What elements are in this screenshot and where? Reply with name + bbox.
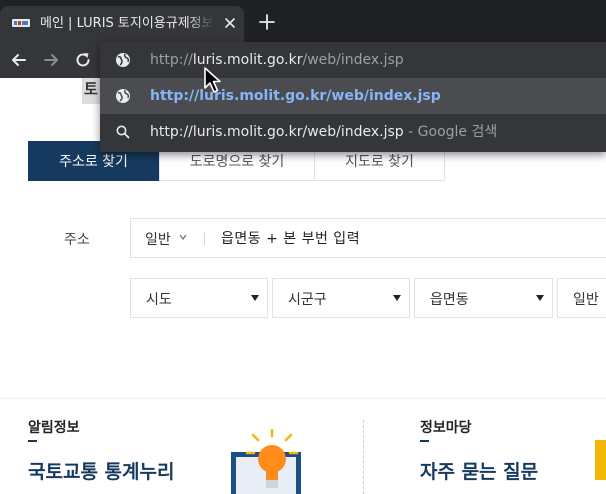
chevron-down-icon[interactable] bbox=[178, 232, 188, 242]
notice-section-title: 알림정보 bbox=[28, 420, 80, 436]
title-underline bbox=[28, 440, 37, 442]
globe-icon bbox=[116, 53, 130, 67]
lightbulb-monitor-icon bbox=[231, 428, 301, 494]
omnibox-suggestion-url[interactable]: http://luris.molit.go.kr/web/index.jsp bbox=[100, 78, 606, 114]
omnibox-dropdown: http://luris.molit.go.kr/web/index.jsp h… bbox=[100, 42, 606, 152]
info-section-title: 정보마당 bbox=[420, 420, 472, 436]
select-sido[interactable]: 시도 bbox=[130, 278, 268, 318]
select-eupmyeondong[interactable]: 읍면동 bbox=[414, 278, 553, 318]
omnibox-suggestion-search[interactable]: http://luris.molit.go.kr/web/index.jsp -… bbox=[100, 114, 606, 150]
vertical-dashed-divider bbox=[363, 420, 364, 494]
tab-title: 메인 | LURIS 토지이용규제정보서비스 bbox=[40, 16, 214, 31]
caret-down-icon bbox=[251, 295, 259, 301]
yellow-side-tab[interactable] bbox=[595, 440, 606, 480]
close-icon[interactable] bbox=[222, 15, 238, 31]
arrow-left-icon[interactable] bbox=[9, 50, 29, 70]
browser-tab-strip: 메인 | LURIS 토지이용규제정보서비스 bbox=[0, 0, 606, 42]
caret-down-icon bbox=[393, 295, 401, 301]
address-input[interactable]: 읍면동 + 본 부번 입력 bbox=[221, 228, 360, 248]
select-label: 읍면동 bbox=[430, 292, 469, 308]
globe-icon bbox=[116, 89, 130, 103]
address-bar-input[interactable]: http://luris.molit.go.kr/web/index.jsp bbox=[100, 42, 606, 78]
select-label: 일반 bbox=[573, 292, 599, 308]
select-label: 시도 bbox=[146, 292, 172, 308]
url-scheme: http:// bbox=[150, 52, 193, 68]
stats-link[interactable]: 국토교통 통계누리 bbox=[28, 457, 174, 484]
select-label: 시군구 bbox=[288, 292, 327, 308]
caret-down-icon bbox=[536, 295, 544, 301]
reload-icon[interactable] bbox=[73, 50, 93, 70]
search-icon bbox=[116, 125, 130, 139]
address-label: 주소 bbox=[64, 232, 90, 248]
select-sigungu[interactable]: 시군구 bbox=[272, 278, 410, 318]
separator bbox=[204, 232, 205, 245]
address-search-box: 일반 읍면동 + 본 부번 입력 bbox=[130, 218, 606, 258]
plus-icon[interactable] bbox=[258, 13, 276, 31]
address-bar-url[interactable]: http://luris.molit.go.kr/web/index.jsp bbox=[150, 50, 404, 70]
section-divider bbox=[0, 398, 606, 399]
address-type-select[interactable]: 일반 bbox=[145, 229, 171, 249]
select-lot-type[interactable]: 일반 bbox=[557, 278, 606, 318]
url-path: /web/index.jsp bbox=[302, 52, 404, 68]
suggestion-suffix: - Google 검색 bbox=[403, 124, 498, 140]
title-underline bbox=[420, 440, 429, 442]
suggestion-text: http://luris.molit.go.kr/web/index.jsp bbox=[150, 88, 441, 104]
mouse-cursor-icon bbox=[204, 67, 221, 93]
suggestion-query: http://luris.molit.go.kr/web/index.jsp bbox=[150, 124, 404, 140]
luris-favicon-icon bbox=[12, 19, 30, 27]
arrow-right-icon[interactable] bbox=[41, 50, 61, 70]
browser-tab[interactable]: 메인 | LURIS 토지이용규제정보서비스 bbox=[0, 6, 244, 42]
site-heading: 토 bbox=[82, 78, 102, 104]
faq-link[interactable]: 자주 묻는 질문 bbox=[420, 457, 538, 484]
suggestion-text: http://luris.molit.go.kr/web/index.jsp -… bbox=[150, 122, 497, 142]
